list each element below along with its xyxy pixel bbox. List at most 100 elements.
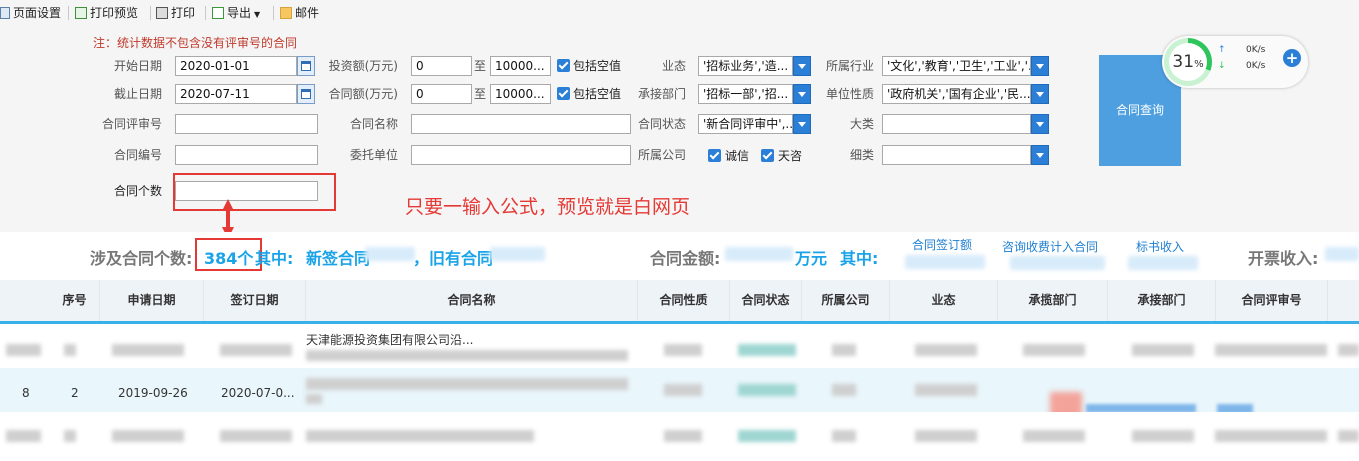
col-header-status[interactable]: 合同状态 [730,280,802,321]
investment-label: 投资额(万元) [328,59,398,73]
investment-to-input[interactable]: 10000... [490,56,551,76]
link-consulting-fee[interactable]: 咨询收费计入合同 [1002,238,1098,255]
print-preview-button[interactable]: 打印预览 [75,4,138,22]
contract-name-input[interactable] [411,114,631,134]
review-no-input[interactable] [175,114,318,134]
seq-cell: 2 [71,386,79,400]
redacted-cell [915,430,977,442]
count-label: 合同个数 [113,184,162,198]
redacted-cell [64,430,76,442]
col-header-company[interactable]: 所属公司 [802,280,890,321]
company-label: 所属公司 [637,148,686,162]
redacted-cell [112,344,184,356]
table-row[interactable] [0,412,1359,456]
col-header-apply-date[interactable]: 申请日期 [100,280,204,321]
chevron-down-icon[interactable] [1031,56,1049,76]
contract-no-input[interactable] [175,145,318,165]
apply-date-cell: 2019-09-26 [118,386,188,400]
print-label: 打印 [171,6,196,20]
col-header-business[interactable]: 业态 [890,280,998,321]
count-summary-label: 涉及合同个数: [90,249,193,268]
calendar-icon[interactable] [297,56,315,76]
col-header-contracting-dept[interactable]: 承揽部门 [998,280,1108,321]
page-setup-button[interactable]: 页面设置 [0,4,61,22]
chevron-down-icon[interactable] [793,114,811,134]
redacted-cell [832,384,856,396]
start-date-label: 开始日期 [113,59,162,73]
usage-ring: 31% [1164,38,1212,86]
col-header-seq[interactable]: 序号 [50,280,100,321]
redacted-cell [6,430,41,442]
mail-button[interactable]: 邮件 [280,4,319,22]
contract-amount-label: 合同额(万元) [328,87,398,101]
investment-from-input[interactable]: 0 [411,56,472,76]
redacted-cell [832,430,856,442]
chevron-down-icon[interactable] [1031,84,1049,104]
company-tianzi-label: 天咨 [778,149,803,163]
plus-icon[interactable]: + [1283,49,1301,67]
table-row[interactable]: 8 2 2019-09-26 2020-07-0... [0,368,1359,422]
toolbar-divider [205,6,206,20]
chevron-down-icon[interactable] [1031,114,1049,134]
link-contract-signed[interactable]: 合同签订额 [912,236,972,253]
new-contract-label: 新签合同 [306,249,371,268]
link-bid-income[interactable]: 标书收入 [1136,238,1184,255]
subcategory-select[interactable] [882,145,1031,165]
calendar-icon[interactable] [297,84,315,104]
status-select[interactable]: '新合同评审中',... [698,114,793,134]
redacted-cell [1215,430,1327,442]
category-select[interactable] [882,114,1031,134]
client-unit-label: 委托单位 [349,148,398,162]
col-header-sign-date[interactable]: 签订日期 [204,280,306,321]
redacted-cell [220,430,292,442]
chevron-down-icon: ▼ [254,10,261,19]
end-date-input[interactable]: 2020-07-11 [175,84,297,104]
download-arrow-icon: ↓ [1218,61,1226,71]
unit-nature-label: 单位性质 [825,87,874,101]
client-unit-input[interactable] [411,145,631,165]
subcategory-label: 细类 [849,148,874,162]
annotation-text: 只要一输入公式，预览就是白网页 [405,196,691,218]
unit-nature-select[interactable]: '政府机关','国有企业','民... [882,84,1031,104]
col-header-nature[interactable]: 合同性质 [638,280,730,321]
amount-unit: 万元 [795,249,828,268]
col-header-review-no[interactable]: 合同评审号 [1216,280,1328,321]
page-setup-icon [0,7,10,19]
chevron-down-icon[interactable] [1031,145,1049,165]
business-select[interactable]: '招标业务','造... [698,56,793,76]
dept-select[interactable]: '招标一部','招... [698,84,793,104]
start-date-input[interactable]: 2020-01-01 [175,56,297,76]
col-header-contract-name[interactable]: 合同名称 [306,280,638,321]
redacted-value [905,255,985,269]
contract-amount-from-input[interactable]: 0 [411,84,472,104]
col-header-undertaking-dept[interactable]: 承接部门 [1108,280,1216,321]
redacted-value [365,247,415,261]
contract-name-cell: 天津能源投资集团有限公司沿... [306,333,474,347]
annotation-box-value [195,238,262,271]
contract-amount-to-input[interactable]: 10000... [490,84,551,104]
company-chengxin-checkbox[interactable] [708,149,721,162]
redacted-cell [664,384,702,396]
print-button[interactable]: 打印 [156,4,195,22]
export-button[interactable]: 导出 ▼ [212,4,260,22]
chevron-down-icon[interactable] [793,84,811,104]
redacted-value [725,247,793,261]
old-contract-label: ，旧有合同 [413,249,494,268]
filter-note: 注：统计数据不包含没有评审号的合同 [93,36,298,50]
printer-icon [156,7,168,19]
industry-select[interactable]: '文化','教育','卫生','工业','... [882,56,1031,76]
redacted-cell [1338,344,1359,356]
to-label: 至 [473,87,486,101]
table-row[interactable]: 天津能源投资集团有限公司沿... [0,324,1359,368]
include-empty-checkbox[interactable] [557,87,570,100]
redacted-cell [738,430,796,442]
chevron-down-icon[interactable] [793,56,811,76]
include-empty-checkbox[interactable] [557,59,570,72]
redacted-cell [306,430,534,442]
export-icon [212,7,224,19]
company-tianzi-checkbox[interactable] [761,149,774,162]
redacted-cell [6,344,41,356]
redacted-cell [112,430,184,442]
network-speed-widget: 31% ↑ 0K/s ↓ 0K/s + [1162,36,1308,88]
redacted-cell [915,344,977,356]
